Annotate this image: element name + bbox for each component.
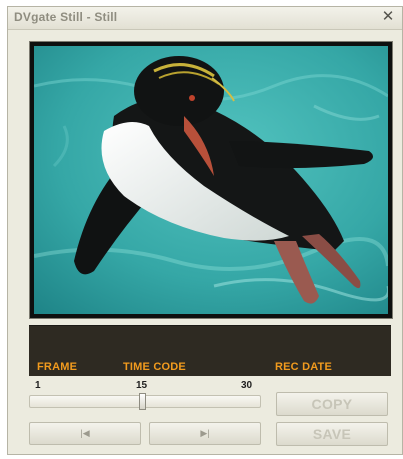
dvgate-still-window: DVgate Still - Still ✕ FRAME TIME CODE R… — [7, 6, 403, 455]
skip-next-icon: ▶| — [200, 428, 210, 438]
title-bar[interactable]: DVgate Still - Still ✕ — [8, 7, 402, 30]
time-code-label: TIME CODE — [123, 361, 186, 373]
skip-previous-icon: |◀ — [80, 428, 90, 438]
rec-date-label: REC DATE — [275, 361, 333, 373]
close-icon[interactable]: ✕ — [380, 9, 396, 25]
slider-max-label: 30 — [241, 380, 253, 391]
penguin-photo — [34, 46, 388, 314]
frame-label: FRAME — [37, 361, 78, 373]
info-panel: FRAME TIME CODE REC DATE — [29, 325, 391, 376]
frame-slider-thumb[interactable] — [139, 393, 146, 410]
copy-button-label: COPY — [311, 396, 353, 412]
copy-button[interactable]: COPY — [276, 392, 388, 416]
slider-min-label: 1 — [35, 380, 41, 391]
save-button-label: SAVE — [312, 426, 352, 442]
still-image-frame — [29, 41, 393, 319]
still-image — [34, 46, 388, 314]
previous-frame-button[interactable]: |◀ — [29, 422, 141, 445]
window-title: DVgate Still - Still — [14, 10, 118, 24]
next-frame-button[interactable]: ▶| — [149, 422, 261, 445]
save-button[interactable]: SAVE — [276, 422, 388, 446]
slider-mid-label: 15 — [136, 380, 148, 391]
